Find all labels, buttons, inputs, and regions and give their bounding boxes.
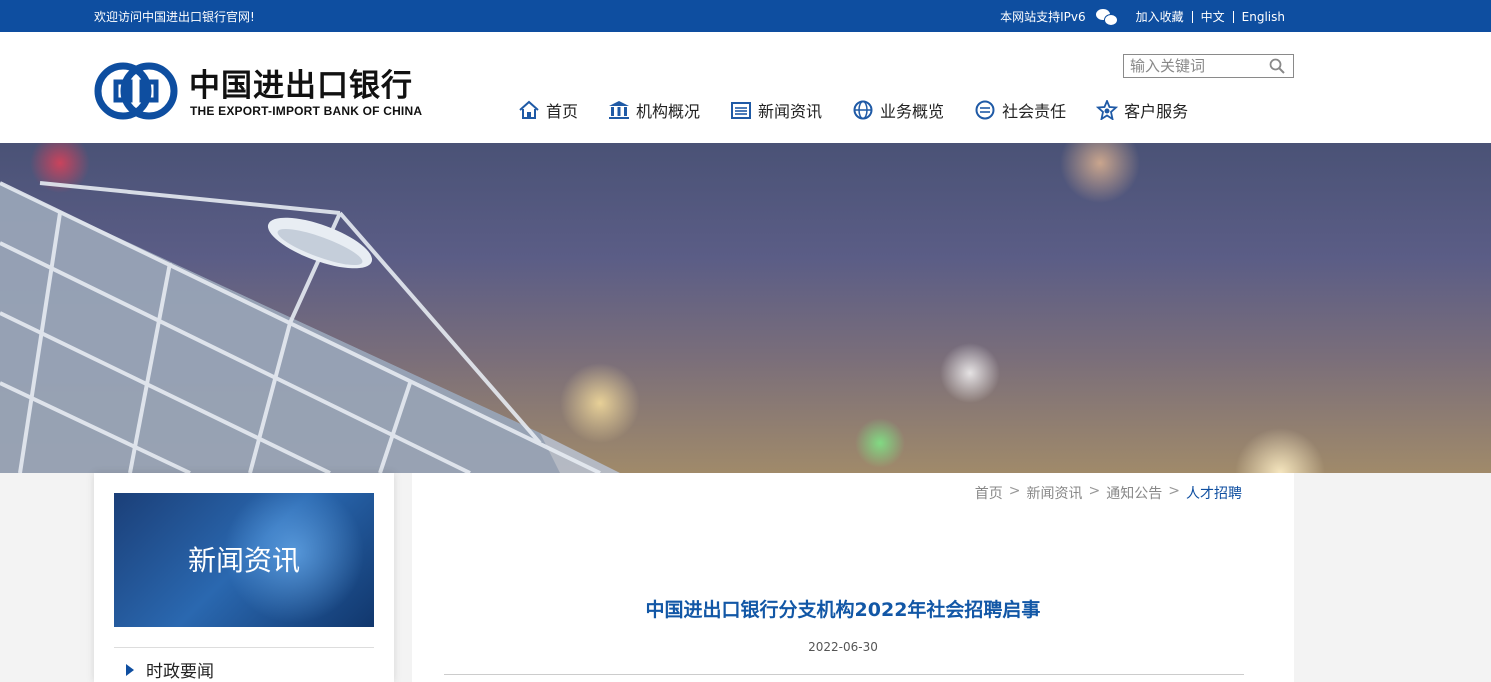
nav-item-news[interactable]: 新闻资讯	[730, 98, 822, 122]
nav-item-label: 首页	[546, 102, 579, 121]
satellite-dish-image	[0, 181, 620, 473]
sidebar-banner-title: 新闻资讯	[187, 544, 300, 577]
chat-icon	[975, 100, 995, 120]
divider	[444, 674, 1244, 675]
sidebar-banner: 新闻资讯	[114, 493, 374, 627]
sidebar: 新闻资讯 时政要闻	[94, 473, 394, 682]
news-icon	[731, 102, 752, 119]
breadcrumb-current[interactable]: 人才招聘	[1186, 483, 1242, 503]
breadcrumb-news[interactable]: 新闻资讯	[1027, 483, 1083, 503]
nav-item-label: 业务概览	[880, 102, 945, 121]
nav-item-label: 机构概况	[636, 102, 701, 121]
article-title: 中国进出口银行分支机构2022年社会招聘启事	[645, 599, 1041, 621]
nav-item-home[interactable]: 首页	[518, 98, 578, 122]
welcome-text: 欢迎访问中国进出口银行官网!	[94, 10, 255, 24]
sidebar-item-label: 时政要闻	[146, 662, 214, 682]
logo[interactable]: 中国进出口银行 THE EXPORT-IMPORT BANK OF CHINA	[94, 62, 424, 122]
divider	[1191, 10, 1193, 23]
nav-item-institution[interactable]: 机构概况	[608, 98, 700, 122]
nav-item-social[interactable]: 社会责任	[974, 98, 1066, 122]
header: 中国进出口银行 THE EXPORT-IMPORT BANK OF CHINA …	[0, 32, 1491, 143]
hero-banner	[0, 143, 1491, 473]
logo-english-name: THE EXPORT-IMPORT BANK OF CHINA	[190, 104, 423, 118]
service-icon	[1096, 100, 1119, 120]
top-bar-links: 本网站支持IPv6 加入收藏 中文 English	[1000, 8, 1285, 26]
breadcrumb-notices[interactable]: 通知公告	[1106, 483, 1162, 503]
institution-icon	[609, 101, 630, 119]
search-box	[1123, 54, 1294, 78]
wechat-icon[interactable]	[1095, 8, 1118, 26]
home-icon	[519, 100, 539, 119]
logo-chinese-name: 中国进出口银行	[189, 68, 413, 104]
main-content: 首页 > 新闻资讯 > 通知公告 > 人才招聘 中国进出口银行分支机构2022年…	[412, 473, 1294, 682]
nav-item-label: 新闻资讯	[758, 102, 823, 121]
bank-logo-icon	[94, 62, 178, 120]
ipv6-text: 本网站支持IPv6	[1000, 10, 1086, 24]
article-date: 2022-06-30	[808, 640, 878, 654]
nav-item-label: 客户服务	[1124, 102, 1189, 121]
nav-item-business[interactable]: 业务概览	[852, 98, 944, 122]
search-icon[interactable]	[1269, 58, 1285, 74]
breadcrumb-home[interactable]: 首页	[975, 483, 1003, 503]
globe-icon	[853, 100, 873, 120]
add-favorite-link[interactable]: 加入收藏	[1136, 8, 1184, 25]
language-english-link[interactable]: English	[1242, 10, 1285, 24]
divider	[1232, 10, 1234, 23]
breadcrumb-separator: >	[1008, 483, 1021, 499]
breadcrumb-separator: >	[1088, 483, 1101, 499]
triangle-right-icon	[126, 663, 134, 676]
language-chinese-link[interactable]: 中文	[1201, 8, 1225, 25]
main-nav: 首页 机构概况 新闻资讯 业务概览 社会责任 客户服务	[518, 98, 1218, 122]
sidebar-item-politics-news[interactable]: 时政要闻	[126, 657, 214, 682]
breadcrumb: 首页 > 新闻资讯 > 通知公告 > 人才招聘	[975, 483, 1242, 503]
breadcrumb-separator: >	[1168, 483, 1180, 499]
nav-item-service[interactable]: 客户服务	[1096, 98, 1188, 122]
search-input[interactable]	[1124, 55, 1264, 77]
top-bar: 欢迎访问中国进出口银行官网! 本网站支持IPv6 加入收藏 中文 English	[0, 0, 1491, 32]
divider	[114, 647, 374, 648]
nav-item-label: 社会责任	[1002, 102, 1067, 121]
